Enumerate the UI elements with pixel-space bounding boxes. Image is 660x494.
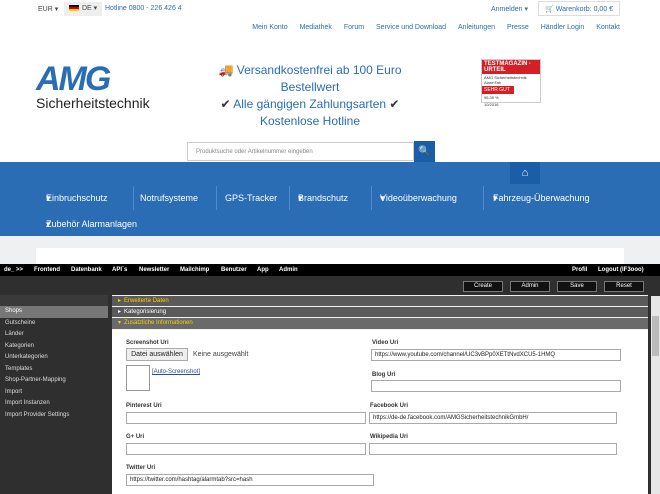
screenshot-image-placeholder <box>126 365 150 391</box>
screenshot-uri-label: Screenshot Uri <box>126 340 169 346</box>
logo-brand: AMG <box>36 60 111 98</box>
section-erweiterte-daten[interactable]: ▸ Erweiterte Daten <box>112 296 648 306</box>
pinterest-uri-label: Pinterest Uri <box>126 403 162 409</box>
sidebar-item-templates[interactable]: Templates <box>0 364 108 376</box>
german-flag-icon <box>69 5 79 12</box>
save-button[interactable]: Save <box>557 281 597 292</box>
nav-forum[interactable]: Forum <box>344 24 364 31</box>
sidebar-item-unterkategorien[interactable]: Unterkategorien <box>0 352 108 364</box>
login-link[interactable]: Anmelden ▾ <box>491 5 528 13</box>
video-uri-input[interactable]: https://www.youtube.com/channel/UC3vBPp0… <box>371 349 621 361</box>
sidebar-item-import-instanzen[interactable]: Import Instanzen <box>0 398 108 410</box>
reset-button[interactable]: Reset <box>604 281 644 292</box>
nav-gps-tracker[interactable]: GPS-Tracker <box>225 193 277 203</box>
search-input[interactable]: Produktsuche oder Artikelnummer eingeben <box>187 142 414 161</box>
admin-button[interactable]: Admin <box>510 281 550 292</box>
gplus-uri-input[interactable] <box>126 443 366 455</box>
nav-divider <box>216 186 217 210</box>
nav-presse[interactable]: Presse <box>507 24 529 31</box>
hotline-link[interactable]: Hotline 0800 - 226 426 4 <box>105 5 182 12</box>
secondary-nav: Mein Konto Mediathek Forum Service und D… <box>242 24 620 31</box>
admin-menu-app[interactable]: App <box>257 267 269 273</box>
admin-menu-profil[interactable]: Profil <box>572 267 587 273</box>
sidebar-item-shops[interactable]: Shops <box>0 306 108 318</box>
nav-divider <box>133 186 134 210</box>
admin-menu-de[interactable]: de_ >> <box>4 267 23 273</box>
currency-select[interactable]: EUR ▾ <box>38 5 58 13</box>
section-zusaetzliche-informationen[interactable]: ▾ Zusätzliche Informationen <box>112 318 648 329</box>
blog-uri-input[interactable] <box>371 380 621 392</box>
sidebar-item-import-provider-settings[interactable]: Import Provider Settings <box>0 410 108 422</box>
nav-divider <box>371 186 372 210</box>
collapse-icon: ▾ <box>118 320 122 326</box>
admin-menu-newsletter[interactable]: Newsletter <box>139 267 169 273</box>
nav-fahrzeug-ueberwachung[interactable]: Fahrzeug-Überwachung ▾ <box>493 193 590 204</box>
check-icon: ✔ <box>220 97 231 111</box>
usp-block: 🚚 Versandkostenfrei ab 100 Euro Bestellw… <box>218 63 402 128</box>
create-button[interactable]: Create <box>463 281 503 292</box>
home-icon: ⌂ <box>521 167 529 179</box>
facebook-uri-input[interactable]: https://de-de.facebook.com/AMGSicherheit… <box>369 412 617 424</box>
auto-screenshot-link[interactable]: [Auto-Screenshot] <box>152 369 200 375</box>
cart-button[interactable]: 🛒 Warenkorb: 0,00 € <box>538 1 621 16</box>
nav-kontakt[interactable]: Kontakt <box>596 24 620 31</box>
expand-icon: ▸ <box>118 298 122 304</box>
video-uri-label: Video Uri <box>372 340 399 346</box>
admin-menu-admin[interactable]: Admin <box>279 267 298 273</box>
sidebar-header <box>0 295 108 306</box>
sidebar-item-laender[interactable]: Länder <box>0 329 108 341</box>
facebook-uri-label: Facebook Uri <box>370 403 409 409</box>
nav-service-download[interactable]: Service und Download <box>376 24 446 31</box>
nav-divider <box>483 186 484 210</box>
nav-zubehoer-alarmanlagen[interactable]: Zubehör Alarmanlagen ▾ <box>46 219 137 230</box>
wikipedia-uri-input[interactable] <box>369 443 617 455</box>
search-icon: 🔍 <box>418 146 431 157</box>
twitter-uri-input[interactable]: https://twitter.com/hashtag/alarmtab?src… <box>126 474 374 486</box>
logo-subtitle: Sicherheitstechnik <box>36 95 150 111</box>
section-kategorisierung[interactable]: ▸ Kategorisierung <box>112 307 648 317</box>
admin-menu-frontend[interactable]: Frontend <box>34 267 60 273</box>
nav-mein-konto[interactable]: Mein Konto <box>252 24 287 31</box>
sidebar-item-kategorien[interactable]: Kategorien <box>0 341 108 353</box>
testmagazin-badge: TESTMAGAZIN · URTEIL AMG Sicherheitstech… <box>481 59 541 107</box>
admin-menu-logout[interactable]: Logout (IF3ooo) <box>598 267 644 273</box>
nav-videoueberwachung[interactable]: Videoüberwachung ▾ <box>380 193 457 204</box>
wikipedia-uri-label: Wikipedia Uri <box>370 434 408 440</box>
nav-anleitungen[interactable]: Anleitungen <box>458 24 495 31</box>
admin-sidebar: Shops Gutscheine Länder Kategorien Unter… <box>0 306 108 421</box>
admin-menu: de_ >> Frontend Datenbank API´s Newslett… <box>0 264 660 276</box>
admin-menu-mailchimp[interactable]: Mailchimp <box>180 267 209 273</box>
file-status: Keine ausgewählt <box>193 351 249 358</box>
sidebar-item-import[interactable]: Import <box>0 387 108 399</box>
search-button[interactable]: 🔍 <box>414 141 435 162</box>
pinterest-uri-input[interactable] <box>126 412 366 424</box>
blog-uri-label: Blog Uri <box>372 372 396 378</box>
logo[interactable]: AMG Sicherheitstechnik <box>36 60 150 111</box>
sidebar-item-shop-partner-mapping[interactable]: Shop-Partner-Mapping <box>0 375 108 387</box>
sidebar-item-gutscheine[interactable]: Gutscheine <box>0 318 108 330</box>
nav-brandschutz[interactable]: Brandschutz ▾ <box>298 193 348 204</box>
twitter-uri-label: Twitter Uri <box>126 465 156 471</box>
content-box <box>36 248 624 264</box>
admin-menu-benutzer[interactable]: Benutzer <box>221 267 247 273</box>
nav-haendler-login[interactable]: Händler Login <box>541 24 585 31</box>
truck-icon: 🚚 <box>218 63 234 77</box>
nav-divider <box>289 186 290 210</box>
admin-menu-datenbank[interactable]: Datenbank <box>71 267 102 273</box>
top-bar: EUR ▾ DE ▾ Hotline 0800 - 226 426 4 Anme… <box>0 0 660 18</box>
language-select[interactable]: DE ▾ <box>64 2 103 16</box>
scrollbar-thumb[interactable] <box>652 316 659 356</box>
cart-icon: 🛒 <box>545 6 554 13</box>
home-button[interactable]: ⌂ <box>510 162 540 184</box>
check-icon: ✔ <box>389 97 400 111</box>
admin-menu-apis[interactable]: API´s <box>112 267 127 273</box>
file-select-button[interactable]: Datei auswählen <box>126 348 188 361</box>
nav-notrufsysteme[interactable]: Notrufsysteme <box>140 193 198 203</box>
expand-icon: ▸ <box>118 309 122 315</box>
nav-einbruchschutz[interactable]: Einbruchschutz ▾ <box>46 193 108 204</box>
gplus-uri-label: G+ Uri <box>126 434 145 440</box>
nav-mediathek[interactable]: Mediathek <box>300 24 332 31</box>
